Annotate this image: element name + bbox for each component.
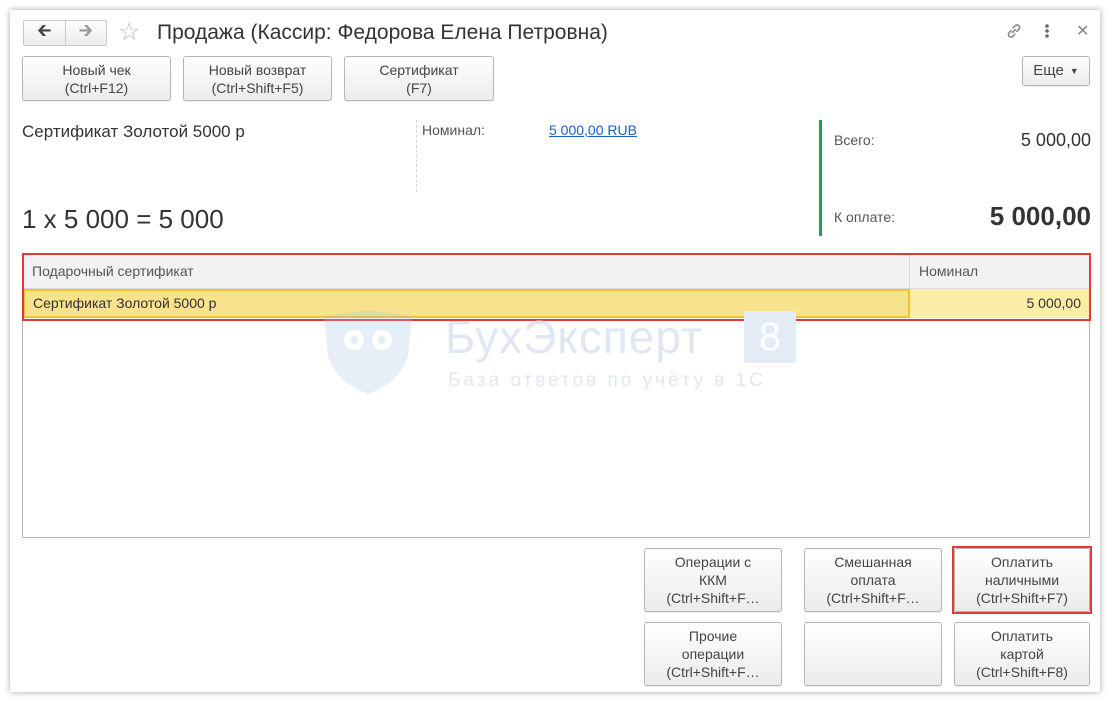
forward-button[interactable]: 🡲 [64,20,107,45]
product-name: Сертификат Золотой 5000 р [22,122,245,141]
more-button[interactable]: Еще ▼ [1022,56,1090,86]
cell-certificate[interactable]: Сертификат Золотой 5000 р [23,289,910,318]
divider [416,120,417,192]
window-title: Продажа (Кассир: Федорова Елена Петровна… [157,21,608,44]
kkm-operations-button[interactable]: Операции с ККМ (Ctrl+Shift+F… [644,548,782,612]
to-pay-value: 5 000,00 [989,201,1091,231]
total-value: 5 000,00 [1020,130,1091,150]
sale-window: 🡰 🡲 ☆ Продажа (Кассир: Федорова Елена Пе… [10,10,1100,692]
back-button[interactable]: 🡰 [24,20,65,45]
other-operations-button[interactable]: Прочие операции (Ctrl+Shift+F… [644,622,782,686]
totals-divider [819,120,822,236]
caret-down-icon: ▼ [1069,66,1079,76]
new-check-button[interactable]: Новый чек (Ctrl+F12) [22,56,171,101]
nav-buttons: 🡰 🡲 [23,20,107,46]
close-icon[interactable]: ✕ [1076,21,1089,43]
certificate-button[interactable]: Сертификат (F7) [344,56,494,101]
nominal-value-link[interactable]: 5 000,00 RUB [549,122,637,138]
nominal-label: Номинал: [422,122,485,138]
certificates-table[interactable]: Подарочный сертификат Номинал Сертификат… [22,254,1090,538]
arrow-left-icon: 🡰 [36,20,52,40]
to-pay-label: К оплате: [834,209,895,225]
table-row[interactable]: Сертификат Золотой 5000 р 5 000,00 [23,289,1089,318]
link-icon[interactable] [1004,21,1024,46]
quantity-formula: 1 x 5 000 = 5 000 [22,204,224,234]
pay-card-button[interactable]: Оплатить картой (Ctrl+Shift+F8) [954,622,1090,686]
pay-cash-button[interactable]: Оплатить наличными (Ctrl+Shift+F7) [954,548,1090,612]
column-header-nominal[interactable]: Номинал [910,255,1089,288]
cell-nominal[interactable]: 5 000,00 [910,289,1089,318]
total-label: Всего: [834,132,875,148]
arrow-right-icon: 🡲 [78,20,94,40]
column-header-certificate[interactable]: Подарочный сертификат [23,255,910,288]
mixed-payment-button[interactable]: Смешанная оплата (Ctrl+Shift+F… [804,548,942,612]
empty-button[interactable] [804,622,942,686]
table-header: Подарочный сертификат Номинал [23,255,1089,289]
star-icon[interactable]: ☆ [118,18,140,46]
new-return-button[interactable]: Новый возврат (Ctrl+Shift+F5) [183,56,332,101]
vertical-dots-icon[interactable] [1043,21,1051,46]
